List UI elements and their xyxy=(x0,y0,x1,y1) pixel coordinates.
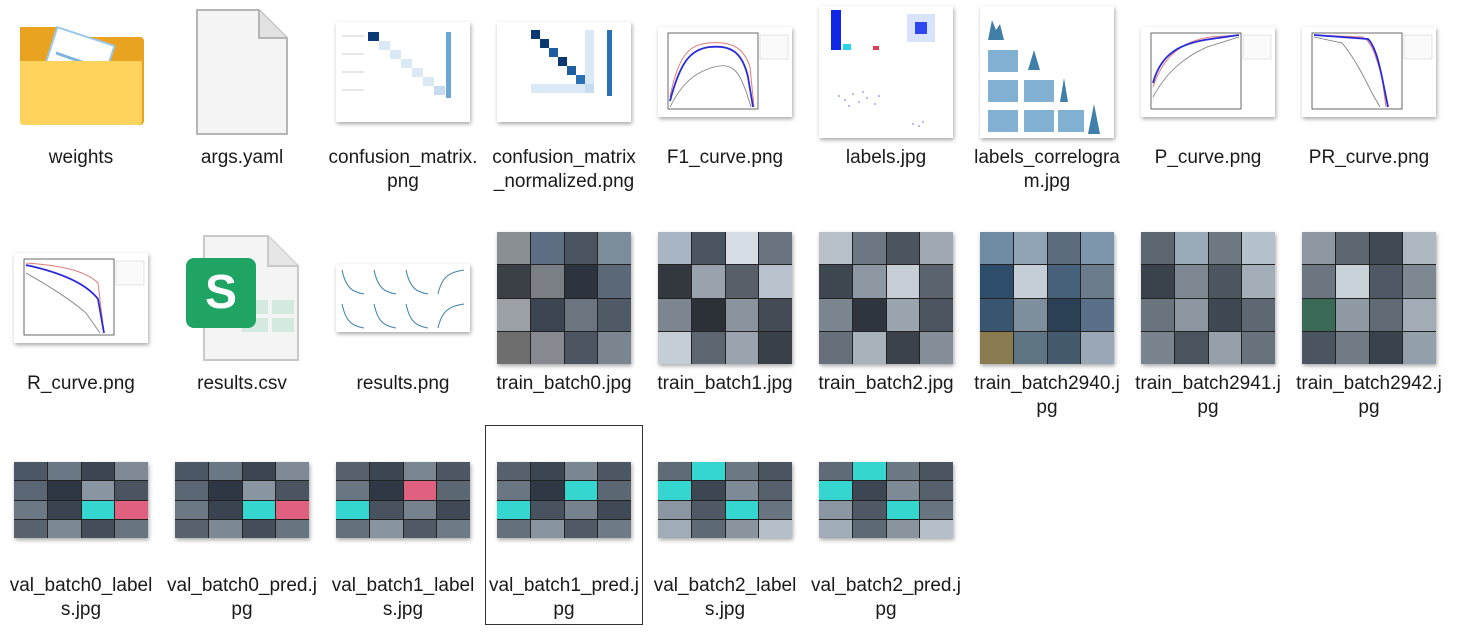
file-item-val-batch0-labels[interactable]: val_batch0_labels.jpg xyxy=(2,430,160,622)
file-name: R_curve.png xyxy=(27,373,135,394)
file-name: val_batch0_labels.jpg xyxy=(9,575,153,620)
file-grid: weights args.yaml confusion_matrix.png c… xyxy=(0,0,1459,642)
file-item-weights[interactable]: weights xyxy=(2,2,160,170)
file-name: results.png xyxy=(356,373,450,394)
file-name: train_batch1.jpg xyxy=(657,373,793,394)
file-item-val-batch0-pred[interactable]: val_batch0_pred.jpg xyxy=(163,430,321,622)
file-name: train_batch2942.jpg xyxy=(1296,373,1442,418)
file-item-confusion-matrix[interactable]: confusion_matrix.png xyxy=(324,2,482,194)
file-name: train_batch2940.jpg xyxy=(974,373,1120,418)
file-item-train-batch0[interactable]: train_batch0.jpg xyxy=(485,228,643,396)
file-item-r-curve[interactable]: R_curve.png xyxy=(2,228,160,396)
photo-mosaic-thumbnail xyxy=(1129,228,1287,368)
f1-curve-thumbnail xyxy=(646,2,804,142)
file-item-train-batch2941[interactable]: train_batch2941.jpg xyxy=(1129,228,1287,420)
file-name: F1_curve.png xyxy=(666,147,784,168)
file-item-f1-curve[interactable]: F1_curve.png xyxy=(646,2,804,170)
file-item-train-batch2940[interactable]: train_batch2940.jpg xyxy=(968,228,1126,420)
photo-mosaic-thumbnail xyxy=(2,430,160,570)
confusion-matrix-normalized-thumbnail xyxy=(485,2,643,142)
file-item-p-curve[interactable]: P_curve.png xyxy=(1129,2,1287,170)
file-item-labels[interactable]: labels.jpg xyxy=(807,2,965,170)
file-name: labels_correlogram.jpg xyxy=(974,147,1120,192)
file-name: val_batch1_labels.jpg xyxy=(331,575,475,620)
file-item-val-batch2-labels[interactable]: val_batch2_labels.jpg xyxy=(646,430,804,622)
photo-mosaic-thumbnail xyxy=(968,228,1126,368)
photo-mosaic-thumbnail xyxy=(485,228,643,368)
photo-mosaic-thumbnail xyxy=(324,430,482,570)
file-item-train-batch2942[interactable]: train_batch2942.jpg xyxy=(1290,228,1448,420)
file-item-train-batch1[interactable]: train_batch1.jpg xyxy=(646,228,804,396)
p-curve-thumbnail xyxy=(1129,2,1287,142)
file-item-results-png[interactable]: results.png xyxy=(324,228,482,396)
confusion-matrix-thumbnail xyxy=(324,2,482,142)
photo-mosaic-thumbnail xyxy=(163,430,321,570)
file-name: train_batch2.jpg xyxy=(818,373,954,394)
file-name: val_batch2_pred.jpg xyxy=(811,575,961,620)
file-item-confusion-matrix-normalized[interactable]: confusion_matrix_normalized.png xyxy=(485,2,643,194)
photo-mosaic-thumbnail xyxy=(485,430,643,570)
correlogram-thumbnail xyxy=(968,2,1126,142)
photo-mosaic-thumbnail xyxy=(646,430,804,570)
file-item-val-batch2-pred[interactable]: val_batch2_pred.jpg xyxy=(807,430,965,622)
file-item-args-yaml[interactable]: args.yaml xyxy=(163,2,321,170)
file-name: confusion_matrix.png xyxy=(328,147,478,192)
r-curve-thumbnail xyxy=(2,228,160,368)
file-name: val_batch0_pred.jpg xyxy=(167,575,317,620)
file-item-pr-curve[interactable]: PR_curve.png xyxy=(1290,2,1448,170)
file-name: val_batch1_pred.jpg xyxy=(489,575,639,620)
file-name: P_curve.png xyxy=(1154,147,1262,168)
spreadsheet-icon: S xyxy=(163,228,321,368)
file-name: confusion_matrix_normalized.png xyxy=(492,147,636,192)
svg-text:S: S xyxy=(205,266,237,319)
file-name: weights xyxy=(48,147,114,168)
file-item-labels-correlogram[interactable]: labels_correlogram.jpg xyxy=(968,2,1126,194)
photo-mosaic-thumbnail xyxy=(1290,228,1448,368)
file-item-results-csv[interactable]: S results.csv xyxy=(163,228,321,396)
results-thumbnail xyxy=(324,228,482,368)
file-name: train_batch2941.jpg xyxy=(1135,373,1281,418)
file-item-train-batch2[interactable]: train_batch2.jpg xyxy=(807,228,965,396)
document-icon xyxy=(163,2,321,142)
file-name: val_batch2_labels.jpg xyxy=(653,575,797,620)
file-name: args.yaml xyxy=(200,147,284,168)
pr-curve-thumbnail xyxy=(1290,2,1448,142)
labels-thumbnail xyxy=(807,2,965,142)
file-name: labels.jpg xyxy=(845,147,927,168)
file-name: train_batch0.jpg xyxy=(496,373,632,394)
photo-mosaic-thumbnail xyxy=(646,228,804,368)
photo-mosaic-thumbnail xyxy=(807,228,965,368)
file-name: results.csv xyxy=(197,373,287,394)
file-name: PR_curve.png xyxy=(1308,147,1430,168)
folder-icon xyxy=(2,2,160,142)
file-item-val-batch1-labels[interactable]: val_batch1_labels.jpg xyxy=(324,430,482,622)
file-item-val-batch1-pred[interactable]: val_batch1_pred.jpg xyxy=(485,425,643,625)
photo-mosaic-thumbnail xyxy=(807,430,965,570)
